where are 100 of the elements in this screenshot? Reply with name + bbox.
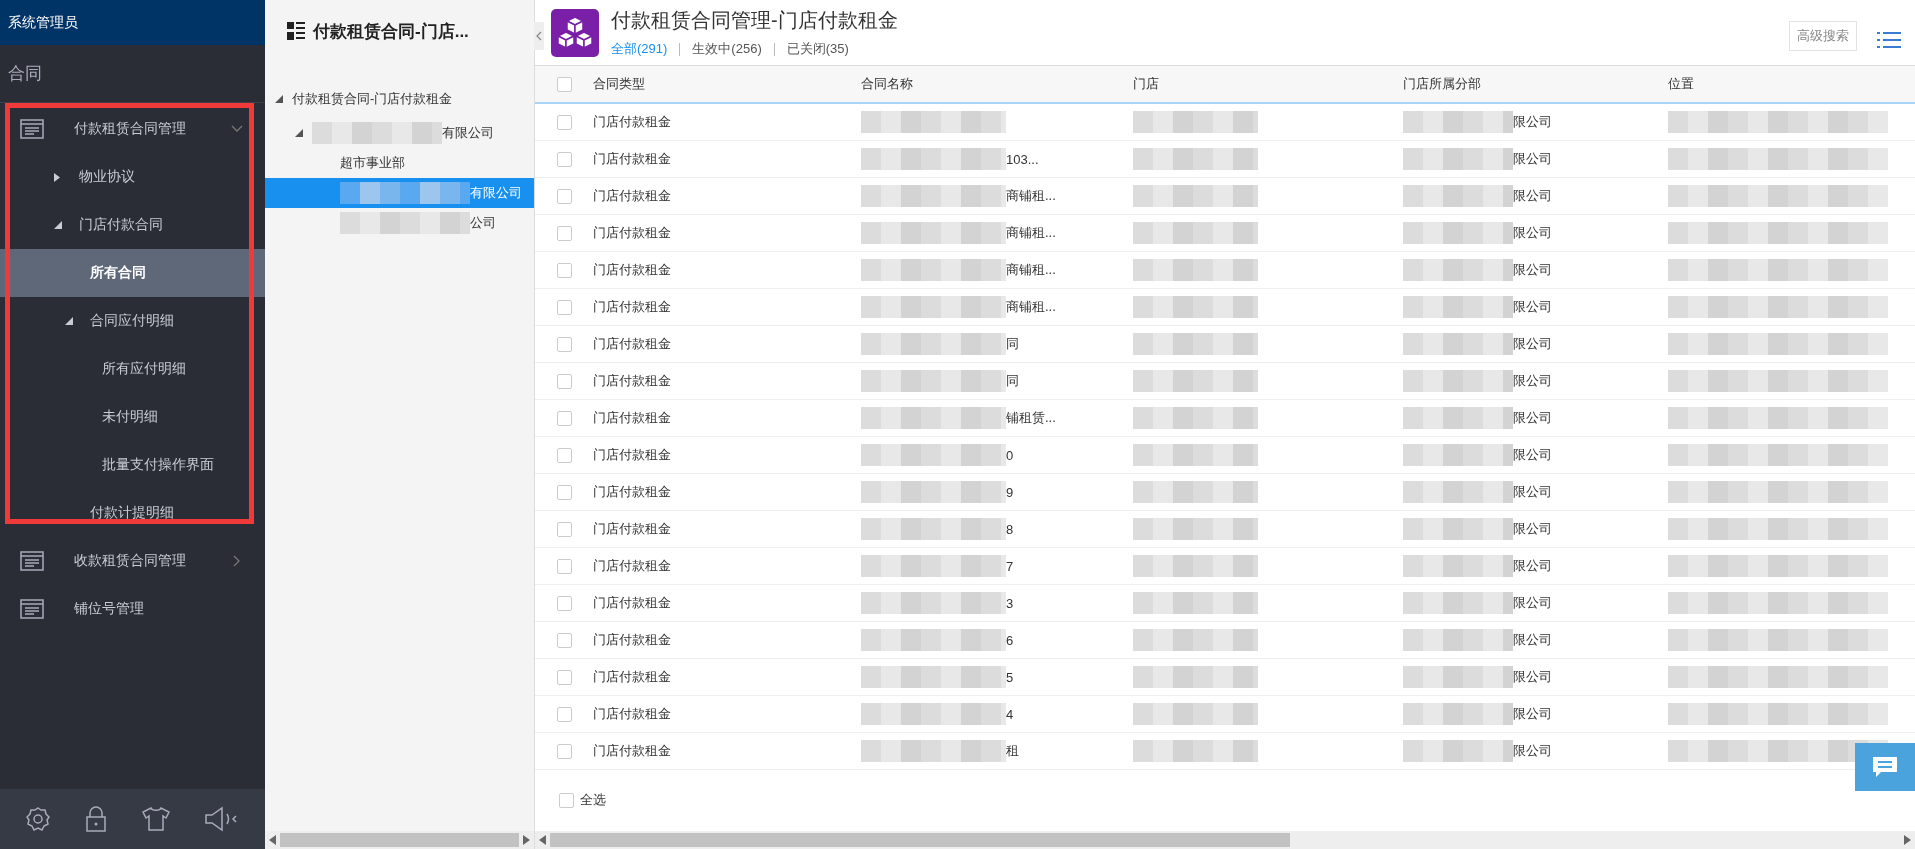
row-checkbox[interactable] [557,743,572,759]
filter-tab[interactable]: 全部(291) [611,40,668,58]
table-cell: 限公司 [1513,668,1552,686]
filter-tab[interactable]: 生效中(256) [692,40,762,58]
table-cell: 限公司 [1513,705,1552,723]
row-checkbox[interactable] [557,632,572,648]
column-header[interactable]: 合同名称 [861,75,913,93]
column-header[interactable]: 位置 [1668,75,1694,93]
list-view-icon[interactable] [1877,31,1901,49]
scroll-right-icon[interactable] [1904,835,1911,845]
menu-item[interactable]: 付款租赁合同管理 [0,105,265,153]
table-cell: 限公司 [1513,557,1552,575]
row-checkbox[interactable] [557,669,572,685]
column-header[interactable]: 合同类型 [593,75,645,93]
column-header[interactable]: 门店 [1133,75,1159,93]
speaker-icon[interactable] [203,806,240,832]
row-checkbox[interactable] [557,151,572,167]
document-icon [20,119,44,139]
row-checkbox[interactable] [557,706,572,722]
select-all-checkbox[interactable] [559,792,574,808]
row-checkbox[interactable] [557,336,572,352]
tree-node[interactable]: 付款租赁合同-门店付款租金 [265,80,534,118]
lock-icon[interactable] [85,806,108,832]
chat-button[interactable] [1855,743,1915,791]
row-checkbox[interactable] [557,188,572,204]
advanced-search-button[interactable]: 高级搜索 [1789,21,1857,51]
table-cell: 7 [1006,558,1014,574]
row-checkbox[interactable] [557,114,572,130]
table-cell: 门店付款租金 [593,446,671,464]
settings-icon[interactable] [25,806,52,832]
horizontal-scrollbar[interactable] [535,831,1915,849]
table-cell: 商铺租... [1006,187,1056,205]
menu-item[interactable]: 所有应付明细 [0,345,265,393]
table-cell: 商铺租... [1006,298,1056,316]
table-cell: 门店付款租金 [593,631,671,649]
chat-icon [1871,755,1899,779]
menu-item[interactable]: 合同应付明细 [0,297,265,345]
table-cell: 限公司 [1513,335,1552,353]
menu-item[interactable]: 物业协议 [0,153,265,201]
scroll-left-icon[interactable] [539,835,546,845]
row-checkbox[interactable] [557,262,572,278]
table-cell: 限公司 [1513,113,1552,131]
table-cell: 门店付款租金 [593,113,671,131]
table-cell: 限公司 [1513,446,1552,464]
tree-node[interactable]: 公司 [265,208,534,238]
table-cell: 租 [1006,742,1019,760]
select-all-label[interactable]: 全选 [580,791,606,809]
table-cell: 3 [1006,595,1014,611]
expanded-arrow-icon[interactable] [295,129,303,137]
table-cell: 限公司 [1513,187,1552,205]
expanded-arrow-icon[interactable] [275,95,283,103]
table-cell: 限公司 [1513,594,1552,612]
table-cell: 门店付款租金 [593,335,671,353]
row-checkbox[interactable] [557,558,572,574]
table-cell: 限公司 [1513,520,1552,538]
header-checkbox[interactable] [557,76,572,92]
grid-list-icon [287,22,305,40]
row-checkbox[interactable] [557,225,572,241]
menu-item[interactable]: 铺位号管理 [0,585,265,633]
filter-tab[interactable]: 已关闭(35) [786,40,849,58]
table-cell: 限公司 [1513,483,1552,501]
collapse-handle[interactable] [534,22,544,50]
column-header[interactable]: 门店所属分部 [1403,75,1481,93]
table-cell: 门店付款租金 [593,520,671,538]
table-cell: 0 [1006,447,1014,463]
tree-node[interactable]: 有限公司 [265,118,534,148]
table-cell: 限公司 [1513,372,1552,390]
shirt-icon[interactable] [141,807,170,831]
tree-node[interactable]: 超市事业部 [265,148,534,178]
horizontal-scrollbar[interactable] [265,831,534,849]
menu-item[interactable]: 门店付款合同 [0,201,265,249]
table-cell: 限公司 [1513,224,1552,242]
scroll-left-icon[interactable] [269,835,276,845]
table-cell: 门店付款租金 [593,705,671,723]
row-checkbox[interactable] [557,373,572,389]
row-checkbox[interactable] [557,521,572,537]
row-checkbox[interactable] [557,447,572,463]
table-cell: 门店付款租金 [593,261,671,279]
menu-item[interactable]: 所有合同 [0,249,265,297]
table-cell: 门店付款租金 [593,594,671,612]
table-cell: 商铺租... [1006,224,1056,242]
expanded-arrow-icon[interactable] [65,317,73,325]
user-name: 系统管理员 [0,0,265,45]
table-cell: 5 [1006,669,1014,685]
row-checkbox[interactable] [557,299,572,315]
expanded-arrow-icon[interactable] [54,221,62,229]
menu-item[interactable]: 收款租赁合同管理 [0,537,265,585]
scroll-right-icon[interactable] [523,835,530,845]
table-cell: 商铺租... [1006,261,1056,279]
table-cell: 门店付款租金 [593,557,671,575]
menu-item[interactable]: 付款计提明细 [0,489,265,537]
menu-item[interactable]: 批量支付操作界面 [0,441,265,489]
collapsed-arrow-icon[interactable] [54,172,60,182]
menu-item[interactable]: 未付明细 [0,393,265,441]
row-checkbox[interactable] [557,410,572,426]
table-cell: 6 [1006,632,1014,648]
row-checkbox[interactable] [557,595,572,611]
row-checkbox[interactable] [557,484,572,500]
page-title: 付款租赁合同管理-门店付款租金 [611,8,899,33]
table-cell: 门店付款租金 [593,187,671,205]
